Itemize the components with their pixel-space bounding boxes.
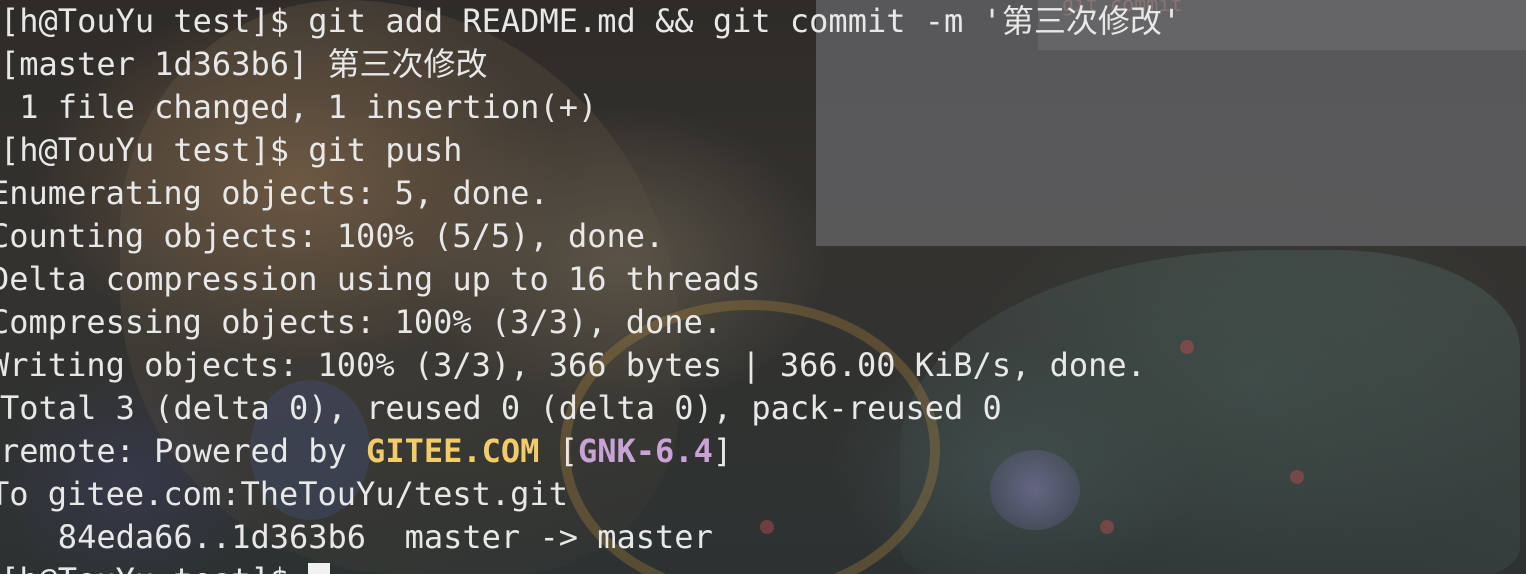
terminal-line: [h@TouYu test]$ git add README.md && git… [0,0,1181,43]
version-highlight: GNK-6.4 [577,432,713,470]
command: git push [308,131,463,169]
terminal-line: Writing objects: 100% (3/3), 366 bytes |… [0,344,1181,387]
output-text: [master 1d363b6] 第三次修改 [0,45,488,83]
terminal-output[interactable]: [h@TouYu test]$ git add README.md && git… [0,0,1181,574]
output-text: Compressing objects: 100% (3/3), done. [0,303,723,341]
terminal-line: Enumerating objects: 5, done. [0,172,1181,215]
terminal-line: Counting objects: 100% (5/5), done. [0,215,1181,258]
wallpaper-flower [1290,470,1304,484]
output-text: remote: Powered by [0,432,367,470]
prompt: [h@TouYu test]$ [0,2,309,40]
terminal-line: Compressing objects: 100% (3/3), done. [0,301,1181,344]
output-text: Counting objects: 100% (5/5), done. [0,217,665,255]
output-text: 1 file changed, 1 insertion(+) [0,88,598,126]
prompt: [h@TouYu test]$ [0,561,308,574]
output-text: To gitee.com:TheTouYu/test.git [0,475,568,513]
output-text: Writing objects: 100% (3/3), 366 bytes |… [0,346,1146,384]
prompt: [h@TouYu test]$ [0,131,309,169]
terminal-line: remote: Powered by GITEE.COM [GNK-6.4] [0,430,1181,473]
output-text: Delta compression using up to 16 threads [0,260,761,298]
terminal-line: To gitee.com:TheTouYu/test.git [0,473,1181,516]
output-text: 84eda66..1d363b6 master -> master [0,518,713,556]
output-text: [ [539,432,578,470]
command: git add README.md && git commit -m '第三次修… [308,2,1182,40]
gitee-highlight: GITEE.COM [366,432,540,470]
output-text: ] [712,432,733,470]
cursor-block [308,563,331,574]
output-text: Total 3 (delta 0), reused 0 (delta 0), p… [0,389,1002,427]
output-text: Enumerating objects: 5, done. [0,174,549,212]
terminal-line: Total 3 (delta 0), reused 0 (delta 0), p… [0,387,1181,430]
terminal-line: 1 file changed, 1 insertion(+) [0,86,1181,129]
terminal-line: [h@TouYu test]$ git push [0,129,1181,172]
terminal-line: 84eda66..1d363b6 master -> master [0,516,1181,559]
wallpaper-flower [1180,340,1194,354]
terminal-line: Delta compression using up to 16 threads [0,258,1181,301]
terminal-line: [master 1d363b6] 第三次修改 [0,43,1181,86]
terminal-window[interactable]: git commit [h@TouYu test]$ git add READM… [0,0,1526,574]
terminal-line[interactable]: [h@TouYu test]$ [0,559,1181,574]
